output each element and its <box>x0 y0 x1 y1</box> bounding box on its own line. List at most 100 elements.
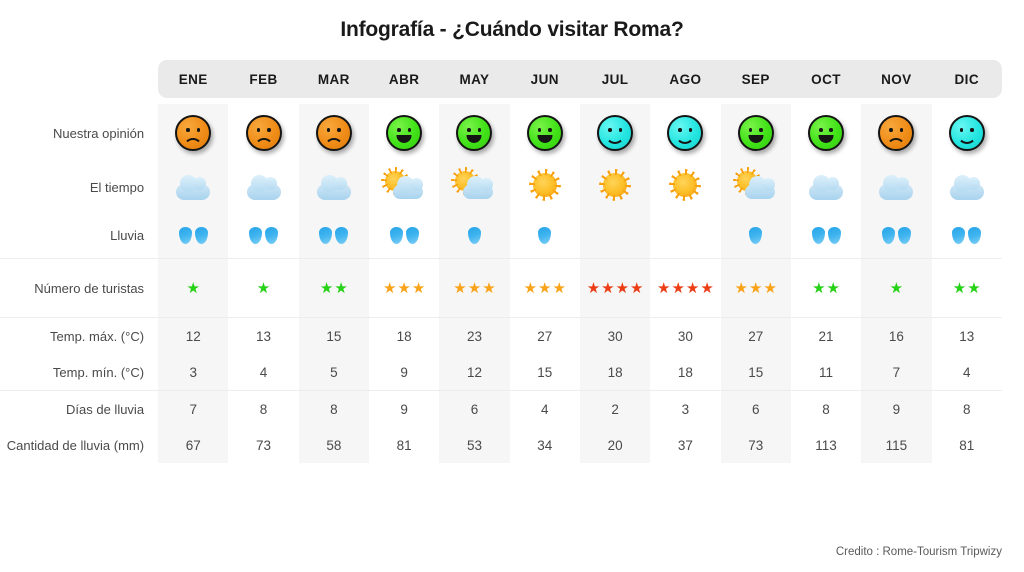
table-row-rain: Lluvia <box>0 212 1002 259</box>
cloudy-icon <box>240 170 288 204</box>
month-header-dic: DIC <box>931 60 1002 98</box>
month-header-feb: FEB <box>228 60 299 98</box>
star-icon: ★ <box>538 279 552 297</box>
cell-rainamount-feb: 73 <box>256 437 272 453</box>
cell-rainamount-may: 53 <box>439 427 510 463</box>
cell-tmax-abr: 18 <box>369 317 440 354</box>
raindrop-icon <box>335 226 349 244</box>
cell-rainamount-jul: 20 <box>579 427 651 463</box>
cell-tourists-sep: ★★★ <box>720 258 791 318</box>
cloudy-icon <box>802 170 850 204</box>
star-icon: ★ <box>826 279 840 297</box>
cell-weather-ene <box>158 162 229 212</box>
cell-weather-nov <box>861 162 932 212</box>
cell-tmin-jun: 15 <box>537 364 553 380</box>
raindrop-group-2 <box>318 226 350 244</box>
raindrop-icon <box>827 226 841 244</box>
row-label-opinion: Nuestra opinión <box>53 125 145 141</box>
sunny-icon <box>521 170 569 204</box>
table-row-opinion: Nuestra opinión <box>0 104 1002 162</box>
cell-raindays-may: 6 <box>439 390 510 427</box>
raindrop-icon <box>319 226 333 244</box>
star-row: ★ <box>186 281 200 296</box>
cell-rain-sep <box>720 212 791 259</box>
cell-tmax-may: 23 <box>439 317 510 354</box>
raindrop-icon <box>538 226 552 244</box>
cell-tmax-oct: 21 <box>790 317 862 354</box>
cell-tourists-abr: ★★★ <box>369 258 440 318</box>
cell-tourists-feb: ★ <box>228 258 299 318</box>
star-rating-1: ★ <box>256 281 270 296</box>
cell-weather-feb <box>228 162 298 212</box>
cell-tmax-nov: 16 <box>861 317 932 354</box>
star-row: ★ <box>256 281 270 296</box>
cell-tmax-jul: 30 <box>579 317 651 354</box>
star-icon: ★ <box>319 279 334 297</box>
cell-rainamount-nov: 115 <box>861 427 932 463</box>
cloudy-icon <box>169 170 217 204</box>
smiley-face-sad-orange-icon <box>315 115 352 151</box>
star-icon: ★ <box>952 279 967 297</box>
cell-tmin-jul: 18 <box>579 354 651 391</box>
cell-opinion-dic <box>932 104 1003 162</box>
star-icon: ★ <box>748 279 763 297</box>
star-icon: ★ <box>967 279 981 297</box>
cell-weather-ago <box>650 162 720 212</box>
cell-rainamount-sep: 73 <box>720 427 791 463</box>
star-icon: ★ <box>334 279 348 297</box>
cell-tmax-sep: 27 <box>720 317 791 354</box>
smiley-face-happy-green-icon <box>526 115 563 151</box>
raindrop-group-2 <box>177 226 209 244</box>
star-icon: ★ <box>889 279 904 297</box>
smiley-face-smile-cyan-icon <box>597 115 634 151</box>
cell-rainamount-abr: 81 <box>396 437 412 453</box>
cell-rain-oct <box>791 212 861 259</box>
partly-sunny-icon <box>450 170 498 204</box>
row-label-rainamount: Cantidad de lluvia (mm) <box>6 437 145 453</box>
star-rating-2: ★★ <box>952 281 981 296</box>
star-row: ★★★ <box>453 281 496 296</box>
cell-weather-oct <box>791 162 861 212</box>
sunny-icon <box>591 170 639 204</box>
cell-tmax-feb: 13 <box>228 317 299 354</box>
star-icon: ★ <box>382 279 397 297</box>
cell-tourists-ene: ★ <box>158 258 229 318</box>
star-icon: ★ <box>586 279 601 297</box>
row-label-weather: El tiempo <box>89 179 145 195</box>
raindrop-icon <box>389 226 403 244</box>
star-rating-3: ★★★ <box>734 281 777 296</box>
cell-tmax-ago: 30 <box>650 317 721 354</box>
table-row-tmax: Temp. máx. (°C) 12 13 15 18 23 27 30 30 27 21 16 13 <box>0 317 1002 354</box>
cell-tmin-nov: 7 <box>861 354 932 391</box>
raindrop-icon <box>897 226 911 244</box>
smiley-face-smile-cyan-icon <box>948 115 985 151</box>
star-icon: ★ <box>552 279 566 297</box>
cell-rainamount-oct: 113 <box>815 437 837 453</box>
raindrop-group-1 <box>537 226 553 244</box>
table-body: Nuestra opinión El tiempo Lluvia Número de … <box>0 98 1002 463</box>
month-header-may: MAY <box>439 60 510 98</box>
row-label-tourists: Número de turistas <box>0 258 159 318</box>
cloudy-icon <box>310 170 358 204</box>
cell-opinion-ene <box>158 104 229 162</box>
smiley-face-sad-orange-icon <box>245 115 282 151</box>
row-label-tmin: Temp. mín. (°C) <box>52 364 145 380</box>
month-header-ene: ENE <box>158 60 229 98</box>
star-row: ★ <box>889 281 903 296</box>
page-title: Infografía - ¿Cuándo visitar Roma? <box>340 18 684 41</box>
cell-raindays-abr: 9 <box>369 390 440 427</box>
cell-tmin-abr: 9 <box>400 364 408 380</box>
cell-rainamount-dic: 81 <box>959 437 975 453</box>
cell-rain-abr <box>369 212 439 259</box>
cell-opinion-jul <box>579 104 651 162</box>
cell-rain-feb <box>228 212 298 259</box>
month-header-nov: NOV <box>861 60 932 98</box>
star-rating-3: ★★★ <box>382 281 425 296</box>
table-row-weather: El tiempo <box>0 162 1002 212</box>
smiley-face-happy-green-icon <box>737 115 774 151</box>
cell-tmax-ene: 12 <box>158 317 229 354</box>
cell-tourists-nov: ★ <box>861 258 932 318</box>
star-rating-1: ★ <box>889 281 903 296</box>
cell-tmin-ago: 18 <box>677 364 693 380</box>
cell-tourists-jul: ★★★★ <box>579 258 651 318</box>
